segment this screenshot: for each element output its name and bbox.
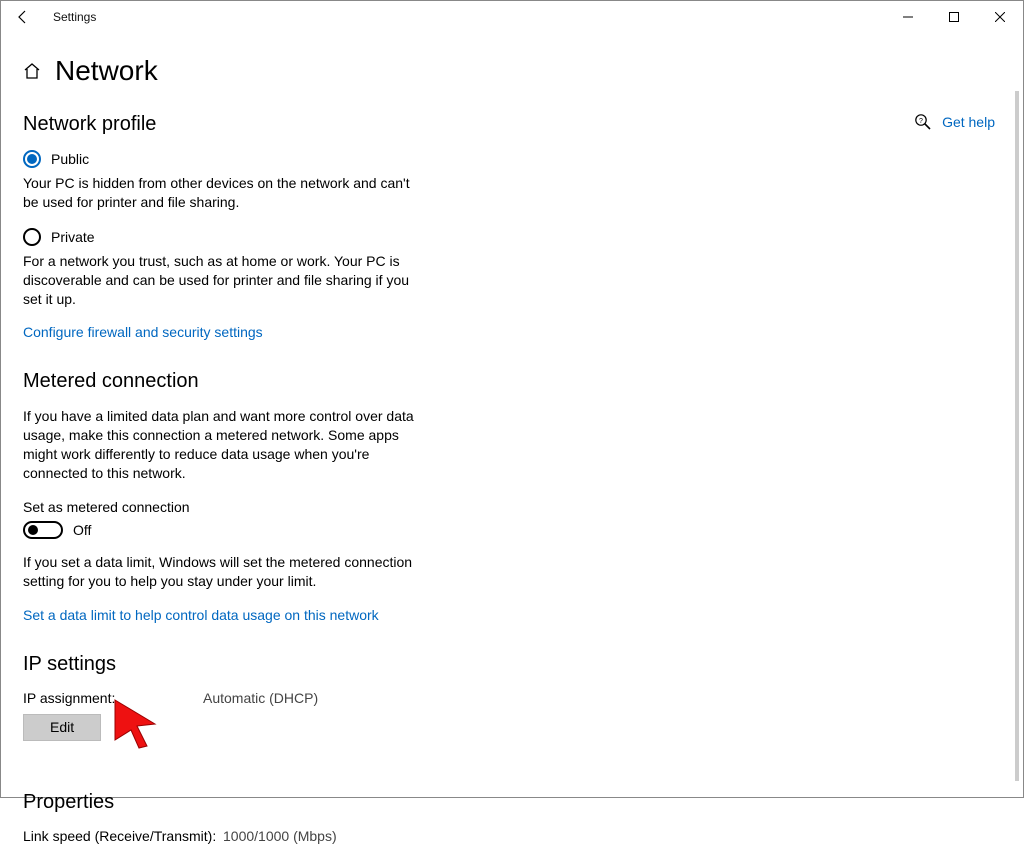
metered-toggle-label: Set as metered connection [23,499,1001,515]
get-help-link[interactable]: Get help [942,114,995,130]
help-icon: ? [914,113,932,131]
section-ip-settings: IP settings [23,653,1001,676]
link-speed-value: 1000/1000 (Mbps) [223,828,337,844]
link-speed-label: Link speed (Receive/Transmit): [23,828,223,844]
ip-assignment-label: IP assignment: [23,690,203,706]
section-metered: Metered connection [23,370,1001,393]
public-description: Your PC is hidden from other devices on … [23,174,423,212]
metered-toggle-state: Off [73,522,91,538]
page-title: Network [55,55,158,87]
window-controls [885,1,1023,33]
help-area: ? Get help [914,113,995,131]
radio-public-label: Public [51,151,89,167]
radio-private[interactable]: Private [23,228,1001,246]
metered-description: If you have a limited data plan and want… [23,407,423,483]
link-speed-row: Link speed (Receive/Transmit): 1000/1000… [23,828,1001,844]
metered-toggle[interactable] [23,521,63,539]
radio-public-icon [23,150,41,168]
radio-public[interactable]: Public [23,150,1001,168]
ip-assignment-value: Automatic (DHCP) [203,690,318,706]
radio-private-label: Private [51,229,95,245]
radio-private-icon [23,228,41,246]
section-network-profile: Network profile [23,113,1001,136]
section-properties: Properties [23,791,1001,814]
private-description: For a network you trust, such as at home… [23,252,423,309]
ip-assignment-row: IP assignment: Automatic (DHCP) [23,690,1001,706]
ip-edit-button[interactable]: Edit [23,714,101,741]
minimize-button[interactable] [885,1,931,33]
data-limit-description: If you set a data limit, Windows will se… [23,553,423,591]
firewall-settings-link[interactable]: Configure firewall and security settings [23,324,263,340]
close-button[interactable] [977,1,1023,33]
maximize-button[interactable] [931,1,977,33]
vertical-scrollbar[interactable] [1015,91,1019,781]
back-button[interactable] [15,9,31,25]
page-header: Network [1,33,1023,91]
window-caption: Settings [53,10,96,24]
svg-text:?: ? [919,118,923,125]
window-titlebar: Settings [1,1,1023,33]
data-limit-link[interactable]: Set a data limit to help control data us… [23,607,379,623]
home-icon[interactable] [23,62,41,80]
